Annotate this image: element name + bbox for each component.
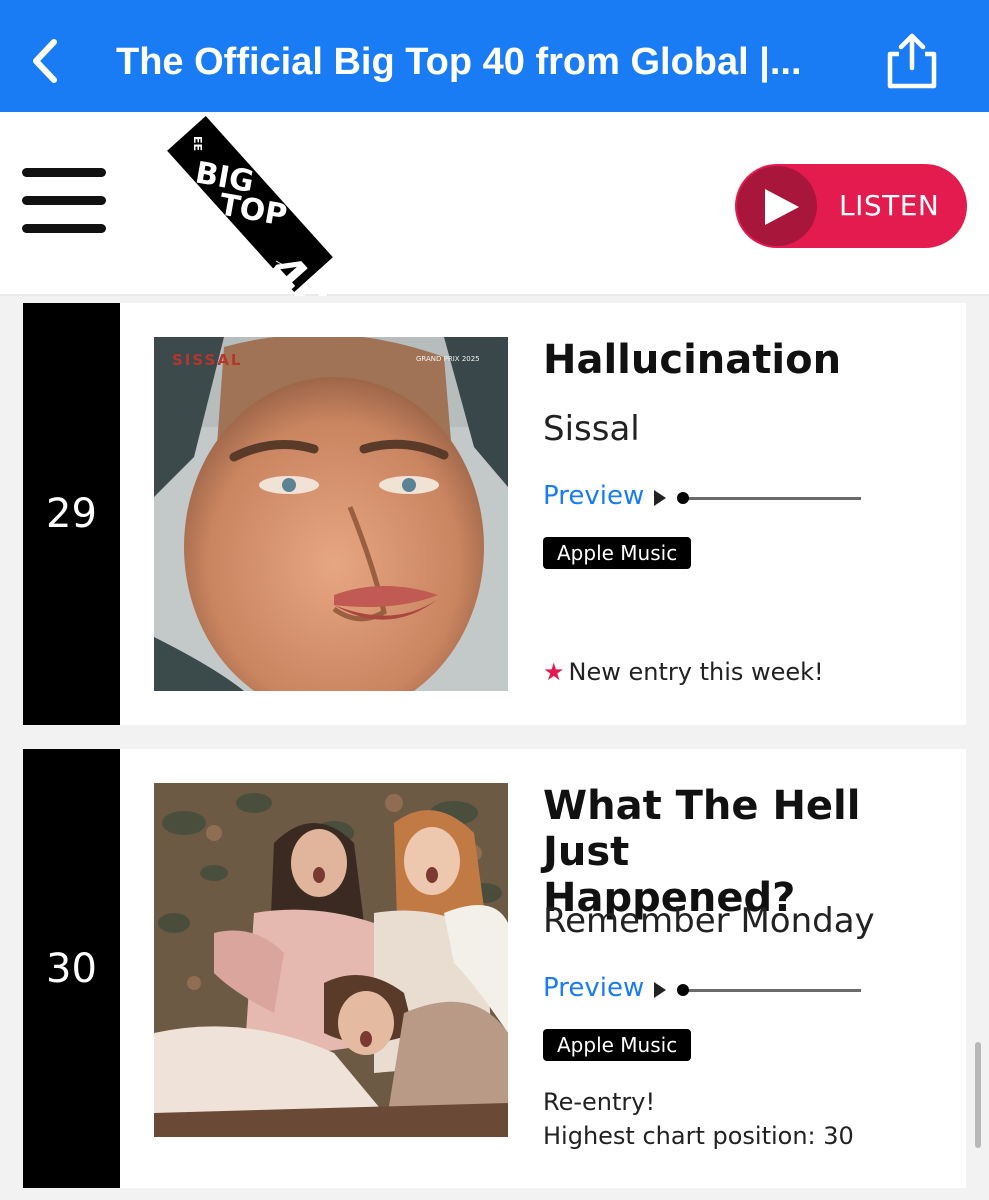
artist-name: Sissal bbox=[543, 409, 640, 449]
hamburger-menu-icon bbox=[22, 196, 106, 205]
preview-progress-track[interactable] bbox=[683, 989, 861, 992]
preview-progress-knob[interactable] bbox=[677, 492, 689, 504]
scrollbar[interactable] bbox=[975, 1042, 981, 1148]
album-art-image: SISSAL GRAND PRIX 2025 bbox=[154, 337, 508, 691]
play-icon[interactable] bbox=[653, 981, 667, 999]
entry-note-line: Highest chart position: 30 bbox=[543, 1122, 854, 1150]
chart-entry: 30 What The Hell Just Happened? Remember… bbox=[23, 749, 966, 1188]
album-art: SISSAL GRAND PRIX 2025 bbox=[154, 337, 508, 691]
chart-entry: 29 SISSAL GRAND PRIX 2025 Hallucination … bbox=[23, 303, 966, 725]
play-icon[interactable] bbox=[653, 489, 667, 507]
entry-note-text: New entry this week! bbox=[568, 658, 824, 686]
page-title: The Official Big Top 40 from Global |... bbox=[116, 41, 802, 83]
chart-position: 29 bbox=[46, 491, 97, 537]
preview-link[interactable]: Preview bbox=[543, 973, 644, 1003]
apple-music-badge[interactable]: Apple Music bbox=[543, 1029, 692, 1061]
preview-player: Preview bbox=[543, 481, 873, 515]
album-art-image bbox=[154, 783, 508, 1137]
logo-ee-text: EE bbox=[191, 136, 204, 151]
album-art-badge: GRAND PRIX 2025 bbox=[416, 355, 480, 363]
album-art bbox=[154, 783, 508, 1137]
preview-progress-knob[interactable] bbox=[677, 984, 689, 996]
listen-label: LISTEN bbox=[839, 189, 940, 222]
back-button[interactable] bbox=[26, 36, 66, 86]
preview-link[interactable]: Preview bbox=[543, 481, 644, 511]
song-title-line: What The Hell Just bbox=[543, 783, 861, 875]
listen-button[interactable]: LISTEN bbox=[735, 164, 967, 248]
logo-graphic: BIG TOP 40 OFFICIAL EE global bbox=[167, 116, 341, 327]
hamburger-menu-icon bbox=[22, 168, 106, 177]
preview-progress-track[interactable] bbox=[683, 497, 861, 500]
album-art-text: SISSAL bbox=[172, 351, 242, 369]
site-header: BIG TOP 40 OFFICIAL EE global LISTEN bbox=[0, 112, 989, 327]
song-title: Hallucination bbox=[543, 337, 842, 383]
chart-position: 30 bbox=[46, 946, 97, 992]
play-icon bbox=[765, 189, 799, 225]
menu-button[interactable] bbox=[22, 168, 108, 238]
share-icon bbox=[887, 33, 937, 89]
logo-top-text: TOP bbox=[217, 187, 290, 233]
entry-note-line: Re-entry! bbox=[543, 1088, 656, 1116]
apple-music-badge[interactable]: Apple Music bbox=[543, 537, 692, 569]
preview-player: Preview bbox=[543, 973, 873, 1007]
top-navbar: The Official Big Top 40 from Global |... bbox=[0, 0, 989, 112]
hamburger-menu-icon bbox=[22, 224, 106, 233]
artist-name: Remember Monday bbox=[543, 901, 875, 941]
star-icon: ★ bbox=[543, 658, 565, 686]
listen-play-circle bbox=[737, 166, 817, 246]
entry-note: Re-entry! Highest chart position: 30 bbox=[543, 1085, 854, 1153]
share-button[interactable] bbox=[884, 30, 940, 92]
entry-note: ★ New entry this week! bbox=[543, 658, 824, 686]
big-top-40-logo[interactable]: BIG TOP 40 OFFICIAL EE global bbox=[160, 112, 341, 327]
chevron-left-icon bbox=[33, 39, 57, 83]
